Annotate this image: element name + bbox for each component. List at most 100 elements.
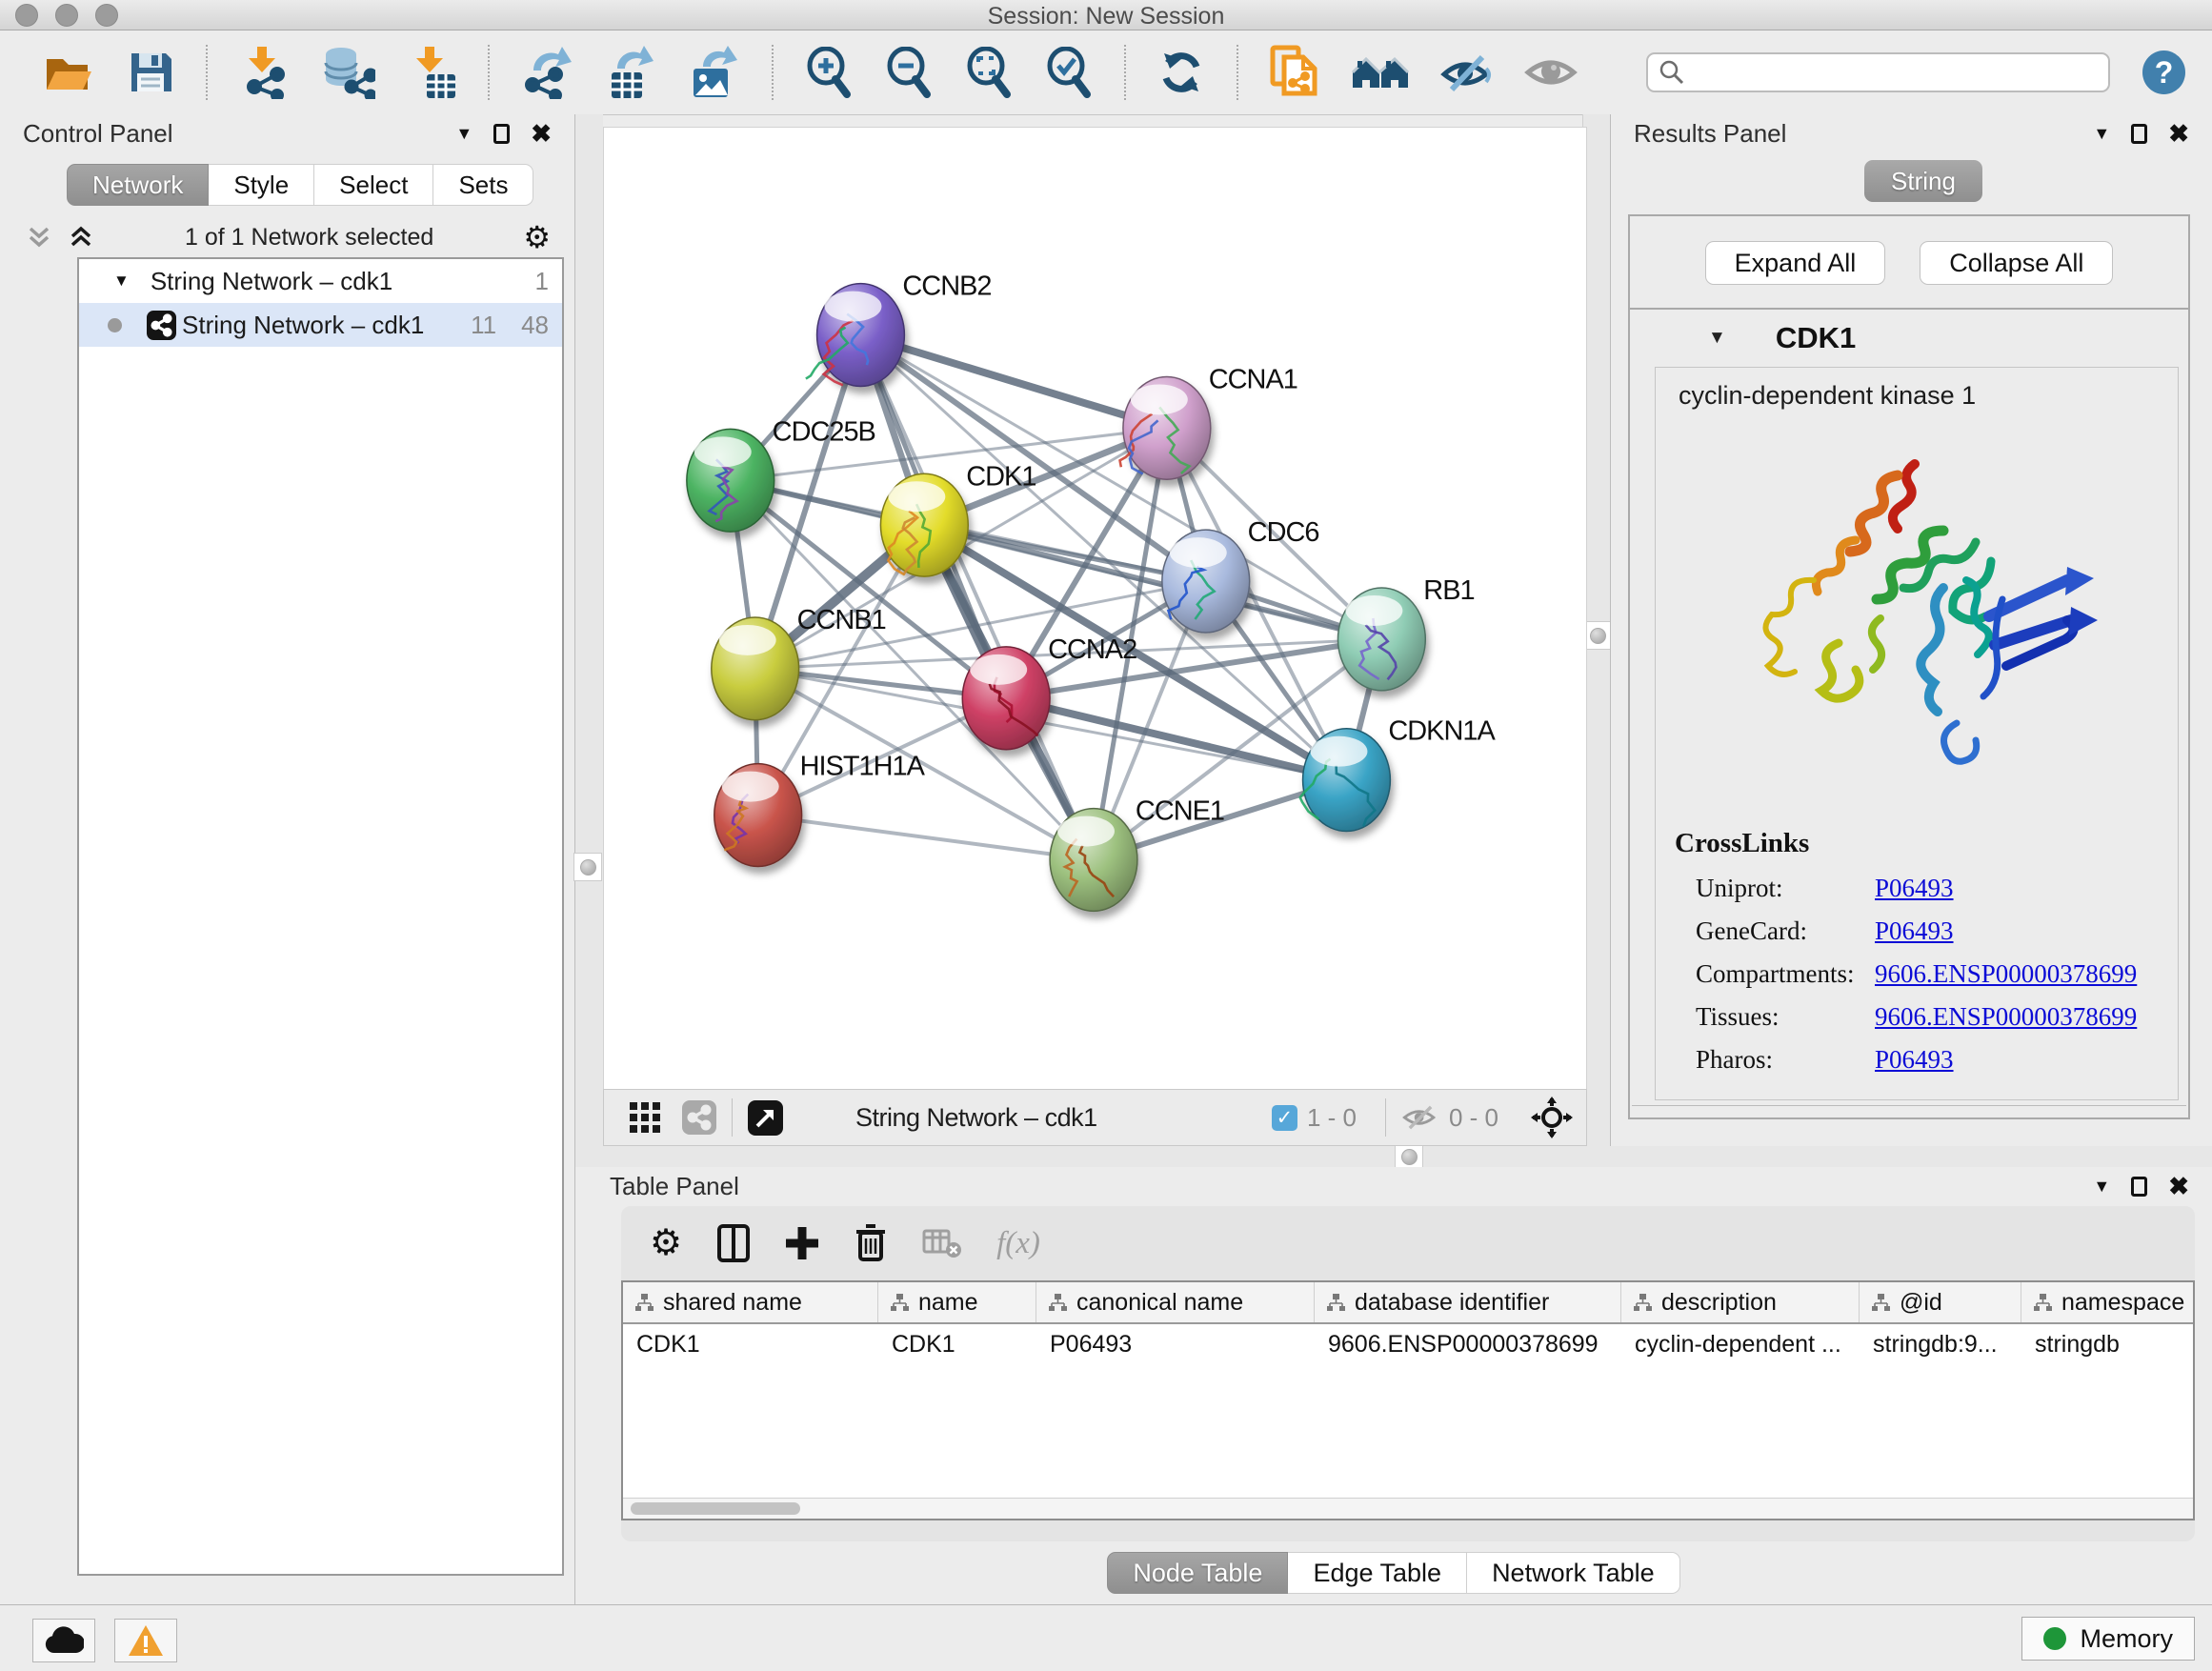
table-row[interactable]: CDK1CDK1P064939606.ENSP00000378699cyclin… xyxy=(623,1324,2193,1364)
function-builder-button[interactable]: f(x) xyxy=(996,1226,1040,1261)
panel-menu-icon[interactable]: ▼ xyxy=(2093,1177,2110,1197)
delete-table-icon xyxy=(922,1227,962,1259)
column-header-canonical-name[interactable]: canonical name xyxy=(1036,1282,1315,1322)
import-network-database-button[interactable] xyxy=(318,44,377,101)
network-options-gear-icon[interactable]: ⚙ xyxy=(523,222,551,252)
network-node-HIST1H1A[interactable]: HIST1H1A xyxy=(714,752,926,867)
network-overview-button[interactable] xyxy=(682,1100,716,1135)
table-cell[interactable]: CDK1 xyxy=(878,1324,1036,1364)
table-options-button[interactable]: ⚙ xyxy=(650,1225,682,1261)
delete-column-button[interactable] xyxy=(854,1223,888,1263)
zoom-out-button[interactable] xyxy=(882,44,935,101)
network-node-CCNA2[interactable]: CCNA2 xyxy=(962,634,1136,750)
crosslink-pharos-link[interactable]: P06493 xyxy=(1875,1045,1954,1075)
hidden-eye-icon[interactable] xyxy=(1401,1102,1439,1133)
tab-network[interactable]: Network xyxy=(67,164,209,206)
import-network-file-button[interactable] xyxy=(236,44,292,101)
tab-node-table[interactable]: Node Table xyxy=(1107,1552,1288,1594)
table-cell[interactable]: stringdb xyxy=(2021,1324,2195,1364)
panel-menu-icon[interactable]: ▼ xyxy=(2093,124,2110,144)
crosslink-tissues-link[interactable]: 9606.ENSP00000378699 xyxy=(1875,1002,2137,1032)
collapse-all-button[interactable]: Collapse All xyxy=(1920,241,2113,285)
show-columns-button[interactable] xyxy=(716,1223,751,1263)
crosslink-compartments-link[interactable]: 9606.ENSP00000378699 xyxy=(1875,959,2137,989)
warning-button[interactable] xyxy=(114,1619,177,1662)
table-cell[interactable]: stringdb:9... xyxy=(1860,1324,2021,1364)
results-tab-string[interactable]: String xyxy=(1864,160,1982,202)
column-header--id[interactable]: @id xyxy=(1860,1282,2021,1322)
panel-close-icon[interactable]: ✖ xyxy=(2168,1174,2189,1198)
crosslink-genecard-link[interactable]: P06493 xyxy=(1875,916,1954,946)
tab-style[interactable]: Style xyxy=(209,164,314,206)
expand-all-button[interactable]: Expand All xyxy=(1705,241,1886,285)
hide-selected-button[interactable] xyxy=(1438,44,1496,101)
panel-float-icon[interactable] xyxy=(493,124,510,144)
right-splitter-handle[interactable] xyxy=(1583,621,1612,650)
save-session-button[interactable] xyxy=(124,44,177,101)
expand-all-icon[interactable] xyxy=(67,225,95,250)
import-table-button[interactable] xyxy=(404,44,459,101)
network-graph[interactable]: CCNB2CCNA1CDC25BCDK1CDC6RB1CCNB1CCNA2CDK… xyxy=(604,128,1586,1088)
table-cell[interactable]: 9606.ENSP00000378699 xyxy=(1315,1324,1621,1364)
network-selection-row: 1 of 1 Network selected ⚙ xyxy=(0,217,575,257)
fit-selected-button[interactable] xyxy=(1531,1097,1573,1138)
export-image-button[interactable] xyxy=(686,44,743,101)
network-row[interactable]: String Network – cdk1 11 48 xyxy=(79,303,562,347)
tab-edge-table[interactable]: Edge Table xyxy=(1288,1552,1467,1594)
network-node-CCNA1[interactable]: CCNA1 xyxy=(1120,364,1297,479)
crosshair-icon xyxy=(1531,1097,1573,1138)
column-header-description[interactable]: description xyxy=(1621,1282,1860,1322)
tab-network-table[interactable]: Network Table xyxy=(1467,1552,1680,1594)
string-home-button[interactable] xyxy=(1349,44,1412,101)
network-node-CCNE1[interactable]: CCNE1 xyxy=(1050,796,1224,912)
selected-checkbox[interactable]: ✓ xyxy=(1272,1105,1297,1131)
search-input[interactable] xyxy=(1686,56,2099,89)
column-header-name[interactable]: name xyxy=(878,1282,1036,1322)
table-cell[interactable]: cyclin-dependent ... xyxy=(1621,1324,1860,1364)
network-collection-row[interactable]: ▼ String Network – cdk1 1 xyxy=(79,259,562,303)
crosslink-uniprot-link[interactable]: P06493 xyxy=(1875,874,1954,903)
open-session-button[interactable] xyxy=(40,44,97,101)
network-node-RB1[interactable]: RB1 xyxy=(1337,575,1474,691)
network-edge[interactable] xyxy=(758,815,1094,860)
left-splitter[interactable] xyxy=(575,114,603,1146)
help-button[interactable]: ? xyxy=(2142,50,2185,94)
tab-sets[interactable]: Sets xyxy=(433,164,533,206)
horizontal-splitter[interactable] xyxy=(575,1146,2212,1167)
scrollbar-thumb[interactable] xyxy=(631,1502,800,1515)
column-header-namespace[interactable]: namespace xyxy=(2021,1282,2195,1322)
apply-layout-button[interactable] xyxy=(1155,44,1208,101)
table-cell[interactable]: P06493 xyxy=(1036,1324,1315,1364)
show-all-button[interactable] xyxy=(1522,44,1579,101)
collection-caret-icon[interactable]: ▼ xyxy=(113,272,130,291)
panel-menu-icon[interactable]: ▼ xyxy=(455,124,473,144)
panel-float-icon[interactable] xyxy=(2131,1177,2147,1197)
protein-caret-icon[interactable]: ▼ xyxy=(1708,328,1726,349)
network-canvas[interactable]: CCNB2CCNA1CDC25BCDK1CDC6RB1CCNB1CCNA2CDK… xyxy=(603,127,1587,1089)
tab-select[interactable]: Select xyxy=(314,164,433,206)
export-network-button[interactable] xyxy=(518,44,575,101)
table-cell[interactable]: CDK1 xyxy=(623,1324,878,1364)
cloud-status-button[interactable] xyxy=(32,1619,95,1662)
column-header-database-identifier[interactable]: database identifier xyxy=(1315,1282,1621,1322)
network-node-CDKN1A[interactable]: CDKN1A xyxy=(1300,716,1497,832)
memory-button[interactable]: Memory xyxy=(2021,1617,2195,1661)
zoom-selected-button[interactable] xyxy=(1042,44,1096,101)
zoom-fit-button[interactable] xyxy=(962,44,1016,101)
create-column-button[interactable] xyxy=(785,1225,819,1261)
birdseye-grid-button[interactable] xyxy=(629,1101,661,1134)
delete-table-button[interactable] xyxy=(922,1227,962,1259)
export-table-button[interactable] xyxy=(602,44,659,101)
table-horizontal-scrollbar[interactable] xyxy=(623,1498,2193,1519)
left-splitter-handle[interactable] xyxy=(573,853,602,881)
panel-close-icon[interactable]: ✖ xyxy=(531,121,552,146)
open-in-window-button[interactable] xyxy=(748,1100,783,1136)
protein-card-header[interactable]: ▼ CDK1 xyxy=(1632,310,2186,367)
zoom-in-button[interactable] xyxy=(802,44,855,101)
panel-close-icon[interactable]: ✖ xyxy=(2168,121,2189,146)
clone-network-button[interactable] xyxy=(1267,44,1322,101)
network-edge[interactable] xyxy=(860,335,1166,429)
collapse-all-icon[interactable] xyxy=(25,225,53,250)
panel-float-icon[interactable] xyxy=(2131,124,2147,144)
column-header-shared-name[interactable]: shared name xyxy=(623,1282,878,1322)
